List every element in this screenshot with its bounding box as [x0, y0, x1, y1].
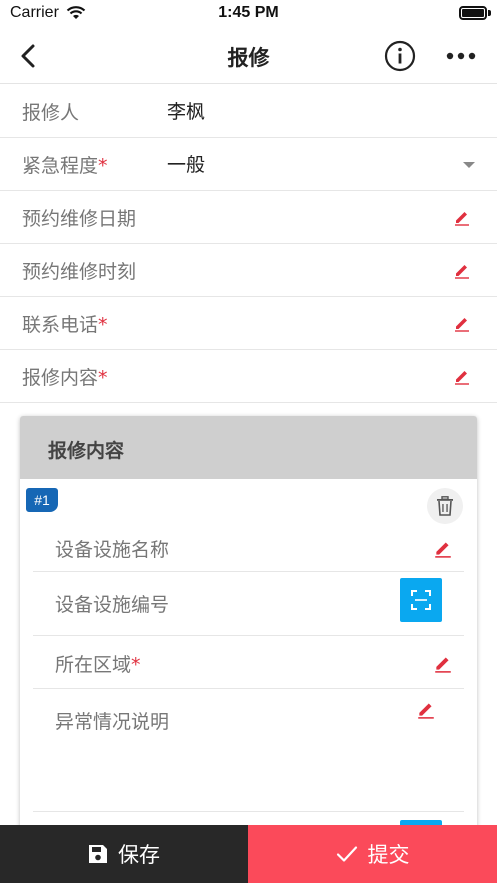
time-label: 预约维修时刻 [22, 261, 137, 283]
save-button[interactable]: 保存 [0, 825, 248, 883]
repair-content-card: 报修内容 #1 设备设施名称 设备设施编号 所在区域* 异常情况说明 [20, 416, 477, 836]
trash-icon [437, 496, 453, 516]
more-horizontal-icon[interactable] [444, 40, 478, 72]
area-label: 所在区域* [55, 654, 141, 676]
submit-button[interactable]: 提交 [248, 825, 497, 883]
abnormal-description-row[interactable]: 异常情况说明 [33, 689, 464, 812]
edit-icon[interactable] [453, 208, 471, 226]
content-label: 报修内容* [22, 367, 108, 389]
edit-icon[interactable] [433, 653, 453, 673]
nav-bar: 报修 [0, 28, 497, 84]
equipment-number-label: 设备设施编号 [55, 594, 170, 616]
save-label: 保存 [118, 843, 160, 867]
phone-label: 联系电话* [22, 314, 108, 336]
urgency-select-value[interactable]: 一般 [167, 150, 205, 177]
date-label: 预约维修日期 [22, 208, 137, 230]
caret-down-icon[interactable] [463, 162, 475, 168]
required-mark: * [131, 654, 141, 676]
info-circle-icon[interactable] [384, 40, 416, 72]
scan-icon [411, 590, 431, 610]
check-icon [336, 846, 357, 862]
equipment-name-label: 设备设施名称 [55, 539, 170, 561]
edit-icon[interactable] [453, 261, 471, 279]
urgency-label: 紧急程度* [22, 155, 108, 177]
edit-icon[interactable] [453, 367, 471, 385]
time-row[interactable]: 预约维修时刻 [0, 244, 497, 297]
card-title: 报修内容 [48, 440, 125, 462]
required-mark: * [98, 155, 108, 177]
card-header: 报修内容 [20, 416, 477, 479]
edit-icon[interactable] [453, 314, 471, 332]
page-title: 报修 [227, 46, 270, 70]
status-bar: Carrier 1:45 PM [0, 0, 497, 28]
abnormal-description-label: 异常情况说明 [55, 711, 170, 733]
required-mark: * [98, 367, 108, 389]
reporter-value: 李枫 [167, 101, 206, 123]
edit-icon[interactable] [416, 699, 436, 719]
bottom-action-bar: 保存 提交 [0, 825, 497, 883]
status-time: 1:45 PM [218, 4, 279, 21]
date-row[interactable]: 预约维修日期 [0, 191, 497, 244]
required-mark: * [98, 314, 108, 336]
item-index-badge: #1 [26, 488, 58, 512]
urgency-row[interactable]: 紧急程度* 一般 [0, 138, 497, 191]
submit-label: 提交 [367, 843, 410, 867]
battery-icon [459, 6, 487, 20]
content-row[interactable]: 报修内容* [0, 350, 497, 403]
battery-tip [488, 10, 491, 16]
reporter-row: 报修人 李枫 [0, 85, 497, 138]
area-row[interactable]: 所在区域* [33, 636, 464, 689]
edit-icon[interactable] [433, 538, 453, 558]
delete-button[interactable] [427, 488, 463, 524]
phone-row[interactable]: 联系电话* [0, 297, 497, 350]
reporter-label: 报修人 [22, 102, 80, 124]
floppy-disk-icon [89, 845, 107, 863]
scan-button[interactable] [400, 578, 442, 622]
equipment-name-row[interactable]: 设备设施名称 [33, 526, 464, 572]
equipment-number-row[interactable]: 设备设施编号 [33, 572, 464, 636]
